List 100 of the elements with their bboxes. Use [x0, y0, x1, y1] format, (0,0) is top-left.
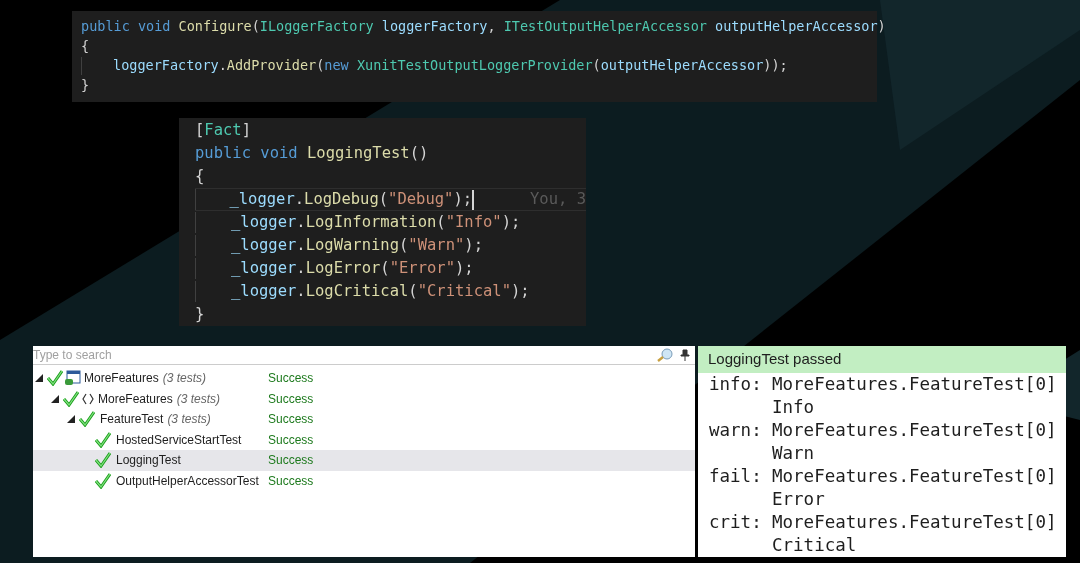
log-level: warn: — [709, 419, 763, 442]
log-message: Critical — [772, 534, 858, 557]
code-token: ( — [408, 281, 418, 302]
log-category: MoreFeatures.FeatureTest[0] — [772, 373, 1057, 396]
test-count: (3 tests) — [176, 390, 221, 408]
code-token: "Critical" — [417, 281, 511, 302]
code-token: _logger — [231, 258, 297, 279]
result-header: LoggingTest passed — [698, 346, 1066, 373]
code-token: ( — [592, 57, 601, 75]
expand-triangle-icon[interactable] — [67, 415, 75, 424]
code-token: "Warn" — [408, 235, 465, 256]
log-message: Warn — [772, 442, 816, 465]
code-token: "Debug" — [388, 189, 454, 210]
check-icon — [95, 431, 111, 448]
code-token: ( — [436, 212, 446, 233]
code-token: ( — [316, 57, 325, 75]
code-token: LogCritical — [305, 281, 409, 302]
namespace-icon — [81, 391, 95, 406]
test-name: MoreFeatures — [84, 370, 159, 388]
log-category: MoreFeatures.FeatureTest[0] — [772, 419, 1057, 442]
code-token: ( — [380, 258, 390, 279]
test-status: Success — [268, 411, 314, 429]
text-cursor — [472, 189, 474, 210]
code-token: () — [409, 143, 429, 164]
code-token: ); — [453, 189, 473, 210]
code-token: { — [81, 37, 90, 55]
code-token: . — [296, 281, 306, 302]
test-status: Success — [268, 452, 314, 470]
code-token: . — [296, 212, 306, 233]
code-token: new — [324, 57, 350, 75]
test-name: FeatureTest — [100, 411, 164, 429]
code-token: _logger — [229, 189, 295, 210]
code-token: ); — [455, 258, 474, 279]
log-category: MoreFeatures.FeatureTest[0] — [772, 511, 1057, 534]
code-token: _logger — [231, 281, 297, 302]
code-token: XunitTestOutputLoggerProvider — [356, 57, 593, 75]
check-icon — [95, 452, 111, 469]
expand-triangle-icon[interactable] — [51, 394, 59, 403]
code-token: public void — [195, 143, 299, 164]
expand-triangle-icon[interactable] — [35, 374, 43, 383]
tree-row[interactable]: FeatureTest (3 tests) Success — [33, 409, 695, 430]
tree-row[interactable]: OutputHelperAccessorTest Success — [33, 470, 695, 491]
tree-row[interactable]: MoreFeatures (3 tests) Success — [33, 368, 695, 389]
code-token: public void — [81, 18, 172, 36]
tree-row[interactable]: MoreFeatures (3 tests) Success — [33, 388, 695, 409]
project-icon — [65, 370, 81, 387]
code-token: )); — [763, 57, 788, 75]
search-field[interactable]: Type to search — [33, 346, 656, 364]
test-name: MoreFeatures — [98, 390, 173, 408]
code-token: outputHelperAccessor — [600, 57, 764, 75]
code-token: ) — [877, 18, 886, 36]
test-status: Success — [268, 370, 314, 388]
log-message: Info — [772, 396, 816, 419]
code-token: "Error" — [389, 258, 455, 279]
code-token: } — [81, 76, 90, 94]
blame-annotation: You, 3 — [530, 189, 586, 210]
code-token: { — [195, 166, 205, 187]
code-token: "Info" — [445, 212, 502, 233]
test-count: (3 tests) — [167, 411, 211, 429]
code-token: Configure — [178, 18, 252, 36]
code-token: . — [296, 258, 306, 279]
log-level: fail: — [709, 465, 763, 488]
tree-row[interactable]: LoggingTest Success — [33, 450, 695, 471]
code-token: , — [487, 18, 497, 36]
code-token: loggerFactory — [381, 18, 488, 36]
code-token: [ — [195, 120, 205, 141]
check-icon — [95, 472, 111, 489]
code-token: LoggingTest — [307, 143, 410, 164]
code-token: outputHelperAccessor — [715, 18, 878, 36]
code-token: LogError — [305, 258, 381, 279]
code-token: loggerFactory — [113, 57, 219, 75]
check-icon — [47, 370, 63, 387]
log-message: Error — [772, 488, 826, 511]
code-token: . — [294, 189, 305, 210]
code-token: ITestOutputHelperAccessor — [503, 18, 708, 36]
test-status: Success — [268, 431, 314, 449]
code-token: ); — [501, 212, 521, 233]
code-token: LogDebug — [304, 189, 379, 210]
code-token: AddProvider — [226, 57, 317, 75]
code-token: Fact — [204, 120, 242, 141]
log-level: crit: — [709, 511, 763, 534]
code-token: LogWarning — [305, 235, 399, 256]
log-category: MoreFeatures.FeatureTest[0] — [772, 465, 1057, 488]
code-token: LogInformation — [305, 212, 437, 233]
code-token: } — [195, 304, 205, 325]
test-name: LoggingTest — [116, 452, 181, 470]
pin-icon[interactable] — [680, 349, 690, 361]
log-level: info: — [709, 373, 763, 396]
code-token: _logger — [231, 235, 297, 256]
check-icon — [79, 411, 95, 428]
code-token: . — [218, 57, 227, 75]
code-token: _logger — [231, 212, 297, 233]
code-token: ); — [464, 235, 483, 256]
test-name: HostedServiceStartTest — [116, 431, 242, 449]
test-name: OutputHelperAccessorTest — [116, 472, 259, 490]
tree-row[interactable]: HostedServiceStartTest Success — [33, 429, 695, 450]
test-status: Success — [268, 472, 314, 490]
check-icon — [63, 390, 79, 407]
code-token: ); — [511, 281, 530, 302]
test-status: Success — [268, 390, 314, 408]
